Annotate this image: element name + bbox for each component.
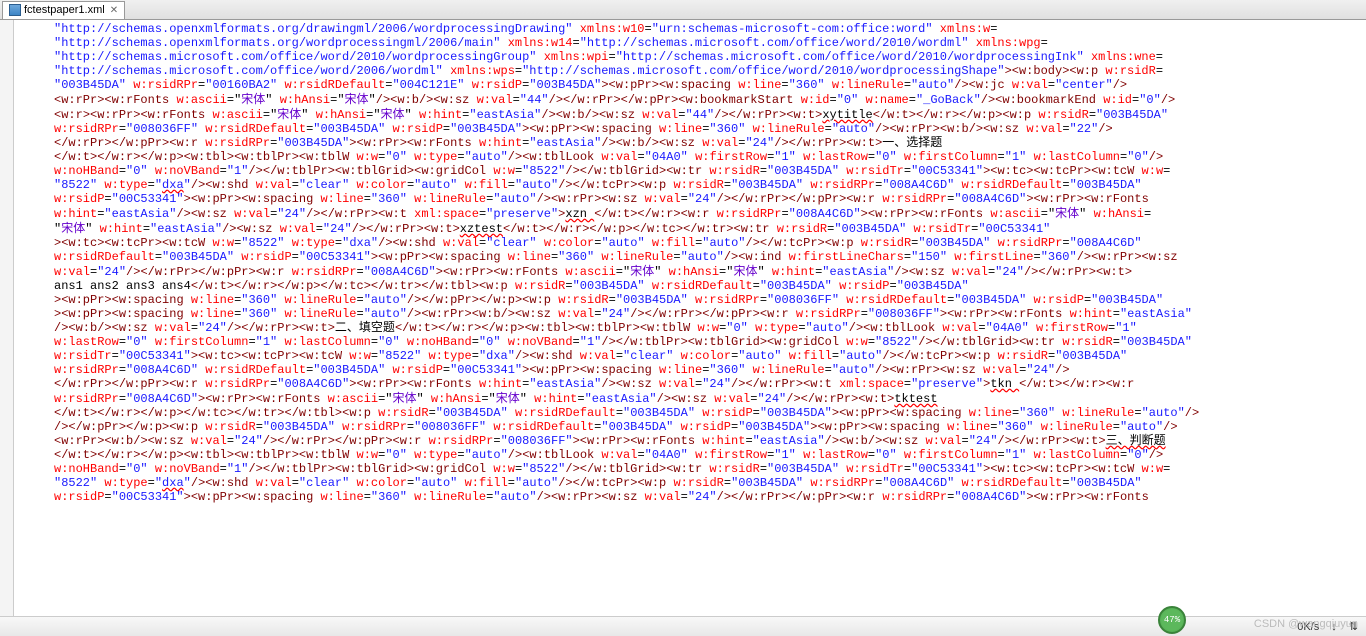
editor-wrap: "http://schemas.openxmlformats.org/drawi…	[0, 20, 1366, 616]
close-icon[interactable]: ✕	[110, 5, 118, 16]
gutter	[0, 20, 14, 616]
watermark: CSDN @wangqiuyun	[1254, 618, 1358, 630]
progress-badge[interactable]: 47%	[1158, 606, 1186, 634]
tab-bar: fctestpaper1.xml ✕	[0, 0, 1366, 20]
progress-pct: 47%	[1164, 615, 1180, 625]
file-tab[interactable]: fctestpaper1.xml ✕	[2, 1, 125, 19]
code-area[interactable]: "http://schemas.openxmlformats.org/drawi…	[14, 20, 1366, 616]
tab-filename: fctestpaper1.xml	[24, 4, 105, 16]
xml-file-icon	[9, 4, 21, 16]
